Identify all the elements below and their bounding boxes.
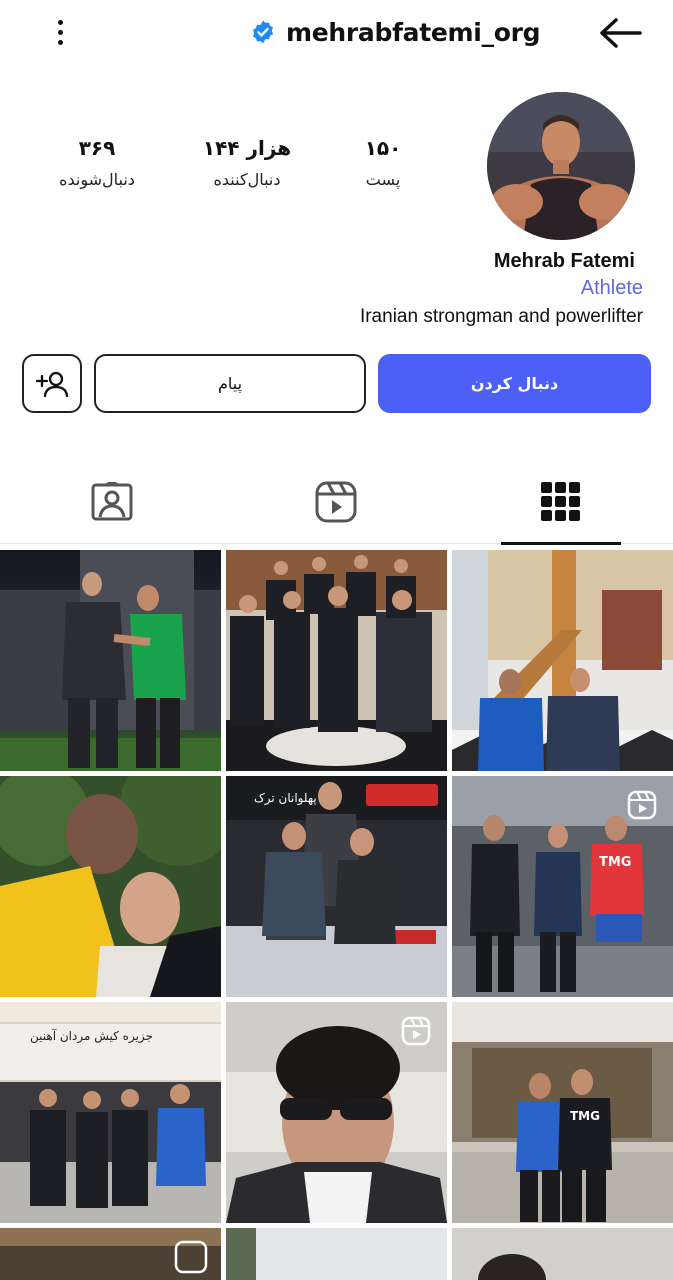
more-vertical-icon[interactable] bbox=[44, 12, 76, 52]
profile-tabs bbox=[0, 464, 673, 545]
post-tile-11[interactable] bbox=[226, 1228, 447, 1280]
post-tile-12[interactable] bbox=[452, 1228, 673, 1280]
post-tile-4[interactable] bbox=[0, 776, 221, 997]
tab-grid[interactable] bbox=[539, 480, 583, 524]
follow-button[interactable]: دنبال کردن bbox=[378, 354, 651, 413]
following-label: دنبال‌شونده bbox=[59, 170, 135, 189]
post-tile-1[interactable] bbox=[0, 550, 221, 771]
post-tile-9[interactable]: TMG bbox=[452, 1002, 673, 1223]
post-photo bbox=[0, 776, 221, 997]
post-photo bbox=[0, 1228, 221, 1280]
tab-tagged[interactable] bbox=[90, 480, 134, 524]
profile-avatar[interactable] bbox=[487, 92, 635, 240]
post-photo bbox=[452, 550, 673, 771]
profile-name: Mehrab Fatemi bbox=[493, 250, 635, 272]
post-tile-2[interactable] bbox=[226, 550, 447, 771]
verified-badge-icon bbox=[252, 20, 274, 44]
post-tile-6[interactable]: TMG bbox=[452, 776, 673, 997]
post-photo: جزیره کیش مردان آهنین bbox=[0, 1002, 221, 1223]
post-banner-text: جزیره کیش مردان آهنین bbox=[30, 1028, 153, 1044]
followers-count: ۱۴۴ هزار bbox=[202, 136, 292, 160]
reel-badge-icon bbox=[401, 1016, 431, 1046]
tagged-person-icon bbox=[91, 482, 133, 521]
tab-reels[interactable] bbox=[314, 480, 358, 524]
stat-posts[interactable]: ۱۵۰ پست bbox=[328, 136, 438, 189]
grid-icon bbox=[541, 482, 580, 521]
post-tile-5[interactable]: پهلوانان ترک bbox=[226, 776, 447, 997]
profile-bio: Iranian strongman and powerlifter bbox=[359, 306, 643, 327]
post-banner-text: TMG bbox=[599, 855, 631, 870]
stat-following[interactable]: ۳۶۹ دنبال‌شونده bbox=[42, 136, 152, 189]
posts-label: پست bbox=[365, 170, 401, 189]
post-photo bbox=[0, 550, 221, 771]
top-bar: mehrabfatemi_org bbox=[0, 0, 673, 64]
post-photo bbox=[226, 550, 447, 771]
post-tile-7[interactable]: جزیره کیش مردان آهنین bbox=[0, 1002, 221, 1223]
add-user-button[interactable] bbox=[22, 354, 82, 413]
post-tile-3[interactable] bbox=[452, 550, 673, 771]
post-tile-10[interactable] bbox=[0, 1228, 221, 1280]
stat-followers[interactable]: ۱۴۴ هزار دنبال‌کننده bbox=[182, 136, 312, 189]
add-person-icon bbox=[36, 371, 68, 397]
back-arrow-icon[interactable] bbox=[596, 14, 644, 52]
reel-badge-icon bbox=[627, 790, 657, 820]
profile-category: Athlete bbox=[580, 277, 643, 299]
post-banner-text: پهلوانان ترک bbox=[254, 791, 317, 806]
message-button[interactable]: پیام bbox=[94, 354, 366, 413]
post-photo: پهلوانان ترک bbox=[226, 776, 447, 997]
active-tab-indicator bbox=[501, 542, 621, 545]
followers-label: دنبال‌کننده bbox=[213, 170, 281, 189]
post-photo bbox=[226, 1228, 447, 1280]
username: mehrabfatemi_org bbox=[286, 17, 541, 47]
avatar-photo bbox=[487, 92, 635, 240]
reels-icon bbox=[315, 481, 357, 523]
posts-count: ۱۵۰ bbox=[364, 136, 402, 160]
post-photo: TMG bbox=[452, 1002, 673, 1223]
profile-handle: mehrabfatemi_org bbox=[250, 14, 541, 50]
post-tile-8[interactable] bbox=[226, 1002, 447, 1223]
following-count: ۳۶۹ bbox=[78, 136, 116, 160]
post-banner-text: TMG bbox=[570, 1109, 600, 1123]
post-photo bbox=[452, 1228, 673, 1280]
